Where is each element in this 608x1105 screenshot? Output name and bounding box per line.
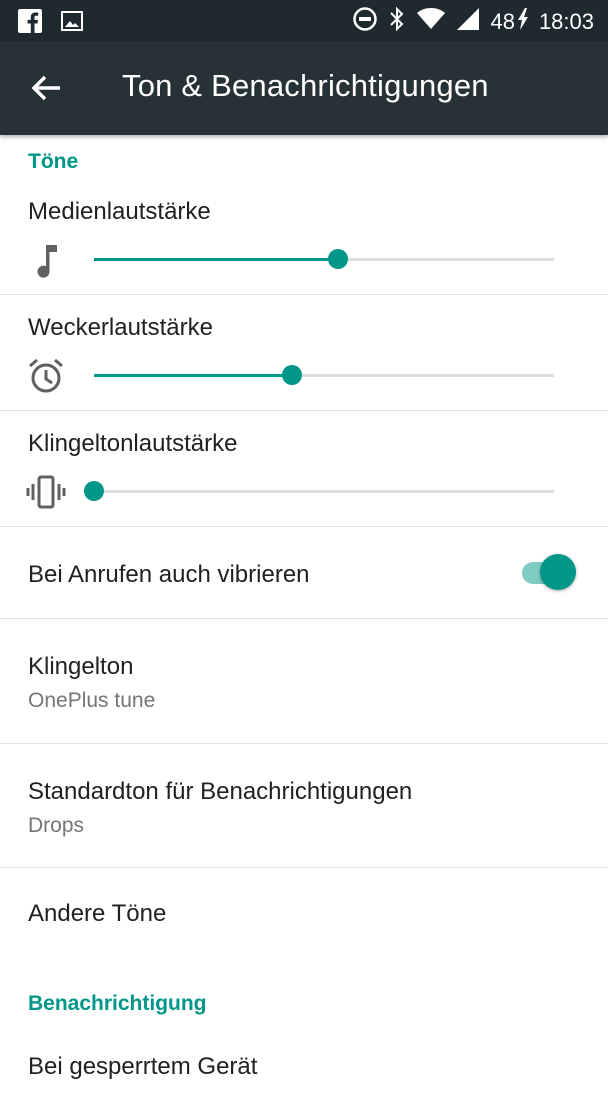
wifi-icon <box>416 7 446 37</box>
app-bar: Ton & Benachrichtigungen <box>0 41 608 135</box>
section-header-notification: Benachrichtigung <box>28 992 207 1015</box>
arrow-back-icon[interactable] <box>30 71 64 105</box>
alarm-volume-fill <box>94 374 292 377</box>
ring-volume-thumb[interactable] <box>84 481 104 501</box>
ring-volume-slider[interactable] <box>84 481 554 501</box>
bluetooth-icon <box>388 6 406 38</box>
locked-device-label: Bei gesperrtem Gerät <box>28 1053 258 1080</box>
section-header-tones: Töne <box>28 150 79 173</box>
notification-sound-label: Standardton für Benachrichtigungen <box>28 778 413 805</box>
vibrate-on-call-toggle[interactable] <box>520 553 576 593</box>
media-volume-label: Medienlautstärke <box>28 198 211 225</box>
ring-volume-label: Klingeltonlautstärke <box>28 430 238 457</box>
battery-charging-icon <box>517 8 529 36</box>
music-note-icon <box>26 241 66 281</box>
notification-sound-row[interactable]: Standardton für Benachrichtigungen Drops <box>0 744 608 868</box>
alarm-icon <box>26 356 66 396</box>
alarm-volume-slider[interactable] <box>94 365 554 385</box>
image-icon <box>60 9 84 38</box>
media-volume-fill <box>94 258 338 261</box>
vibrate-on-call-label: Bei Anrufen auch vibrieren <box>28 561 310 588</box>
other-sounds-row[interactable]: Andere Töne <box>0 868 608 960</box>
vibrate-icon <box>26 472 66 512</box>
ringtone-row[interactable]: Klingelton OnePlus tune <box>0 619 608 743</box>
alarm-volume-thumb[interactable] <box>281 365 302 385</box>
media-volume-thumb[interactable] <box>327 249 348 269</box>
other-sounds-label: Andere Töne <box>28 900 167 927</box>
cell-signal-icon <box>456 7 480 37</box>
media-volume-slider[interactable] <box>94 249 554 269</box>
divider <box>0 294 608 295</box>
page-title: Ton & Benachrichtigungen <box>122 68 489 103</box>
vibrate-on-call-row[interactable]: Bei Anrufen auch vibrieren <box>0 527 608 618</box>
battery-level: 48 <box>490 9 515 34</box>
facebook-icon <box>18 9 42 38</box>
divider <box>0 410 608 411</box>
notification-sound-value: Drops <box>28 814 85 837</box>
locked-device-row[interactable]: Bei gesperrtem Gerät <box>0 1025 608 1105</box>
clock: 18:03 <box>538 9 594 34</box>
ringtone-value: OnePlus tune <box>28 689 156 712</box>
do-not-disturb-icon <box>352 6 378 38</box>
ringtone-label: Klingelton <box>28 653 134 680</box>
toggle-thumb <box>540 554 576 590</box>
status-bar: 48 18:03 <box>0 0 608 41</box>
alarm-volume-label: Weckerlautstärke <box>28 314 213 341</box>
